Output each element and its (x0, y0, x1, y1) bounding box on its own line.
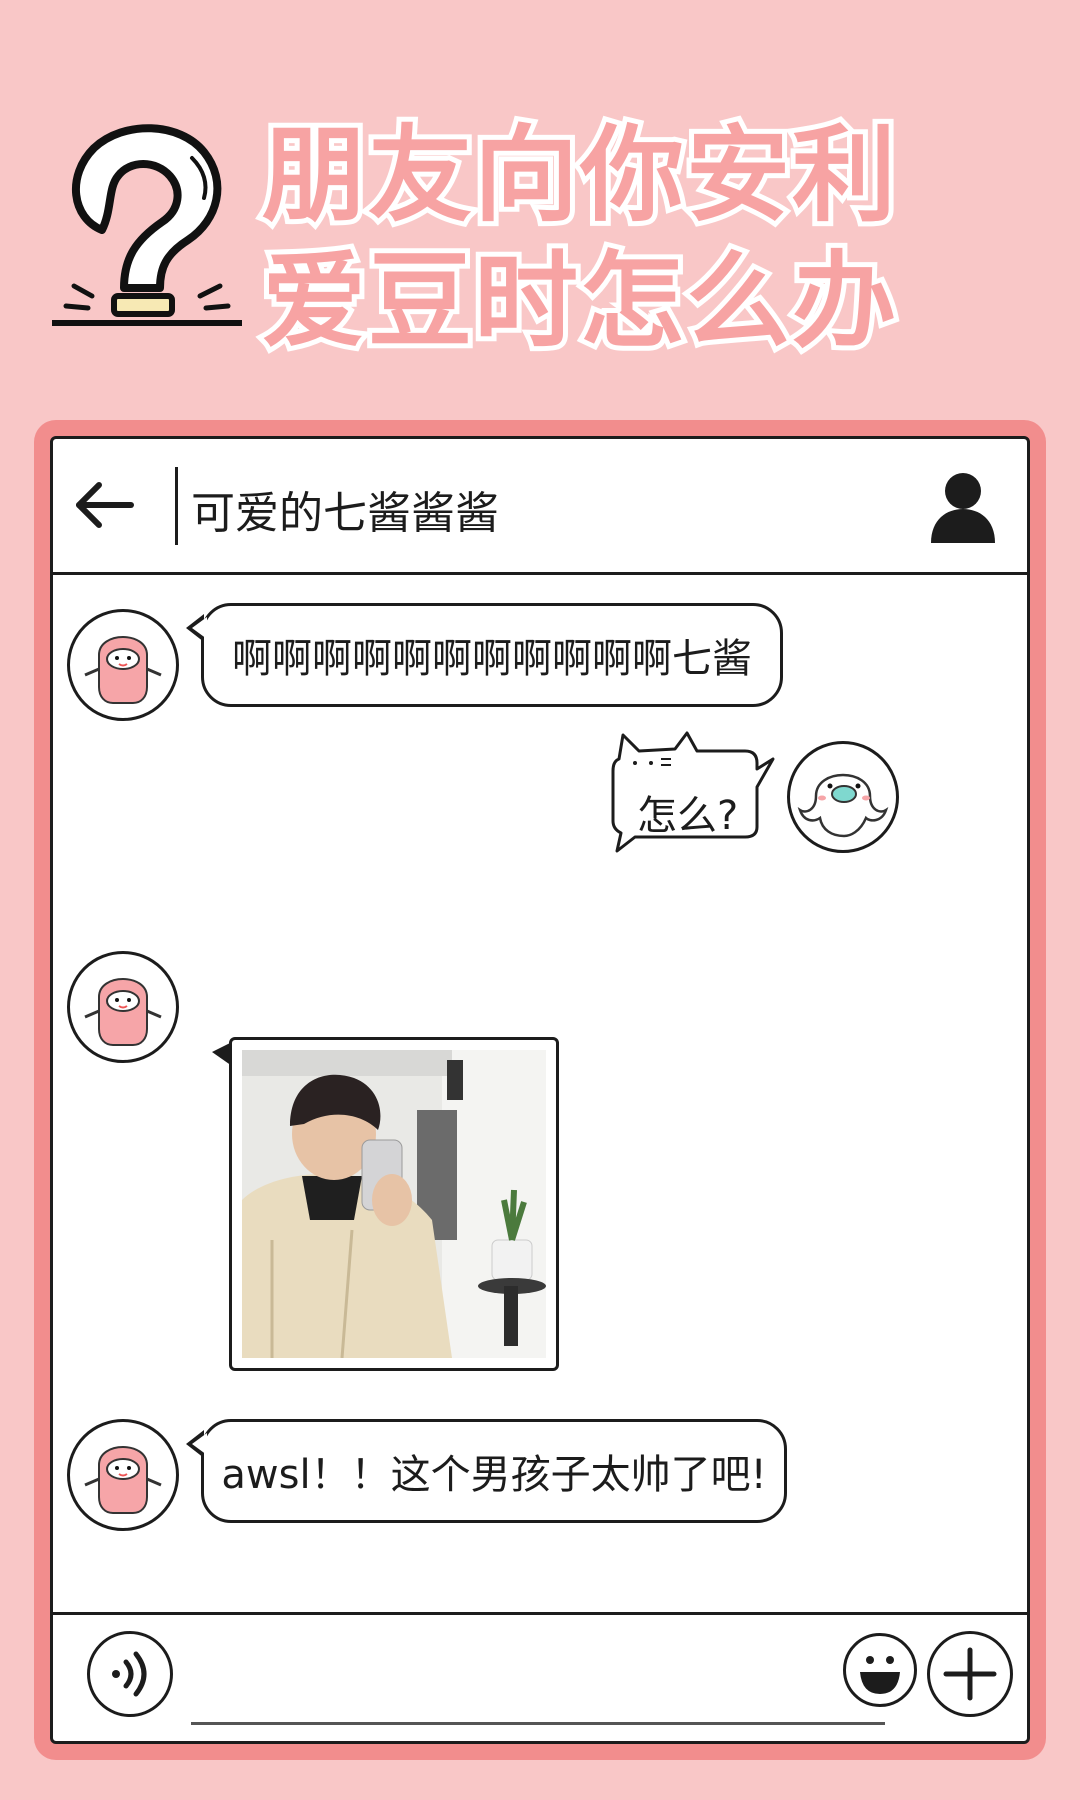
smiley-icon (860, 1656, 900, 1694)
seal-character-icon (797, 773, 889, 838)
voice-button[interactable] (87, 1631, 173, 1717)
pink-character-icon (84, 1446, 162, 1514)
headline: 朋友向你安利 爱豆时怎么办 (257, 109, 1052, 367)
friend-avatar[interactable] (67, 951, 179, 1063)
message-text: awsl！！这个男孩子太帅了吧! (221, 1452, 767, 1498)
emoji-button[interactable] (843, 1633, 917, 1707)
my-avatar[interactable] (787, 741, 899, 853)
phone-frame: 可爱的七酱酱酱 啊啊啊啊啊啊啊啊啊啊啊七酱 怎么? awsl！！这个男孩子太帅了… (34, 420, 1046, 1760)
friend-avatar[interactable] (67, 1419, 179, 1531)
input-bar (53, 1612, 1027, 1741)
message-input[interactable] (191, 1722, 885, 1725)
headline-line-2: 爱豆时怎么办 (257, 235, 901, 367)
message-bubble: 啊啊啊啊啊啊啊啊啊啊啊七酱 (186, 603, 783, 707)
chat-screen: 可爱的七酱酱酱 啊啊啊啊啊啊啊啊啊啊啊七酱 怎么? awsl！！这个男孩子太帅了… (50, 436, 1030, 1744)
plus-icon (943, 1647, 997, 1701)
question-bulb-icon (52, 124, 242, 326)
pink-character-icon (84, 636, 162, 704)
friend-avatar[interactable] (67, 609, 179, 721)
message-text: 怎么? (637, 793, 739, 839)
add-button[interactable] (927, 1631, 1013, 1717)
arrow-left-icon[interactable] (71, 481, 135, 529)
person-icon[interactable] (927, 469, 999, 543)
chat-header: 可爱的七酱酱酱 (53, 439, 1027, 575)
message-bubble: awsl！！这个男孩子太帅了吧! (186, 1419, 787, 1523)
chat-title: 可爱的七酱酱酱 (191, 488, 499, 539)
headline-line-1: 朋友向你安利 (257, 109, 901, 241)
pink-character-icon (84, 978, 162, 1046)
voice-icon (112, 1651, 147, 1697)
message-text: 啊啊啊啊啊啊啊啊啊啊啊七酱 (232, 636, 752, 682)
image-message[interactable] (212, 1037, 559, 1371)
title-divider (175, 467, 178, 545)
selfie-photo (242, 1050, 546, 1358)
